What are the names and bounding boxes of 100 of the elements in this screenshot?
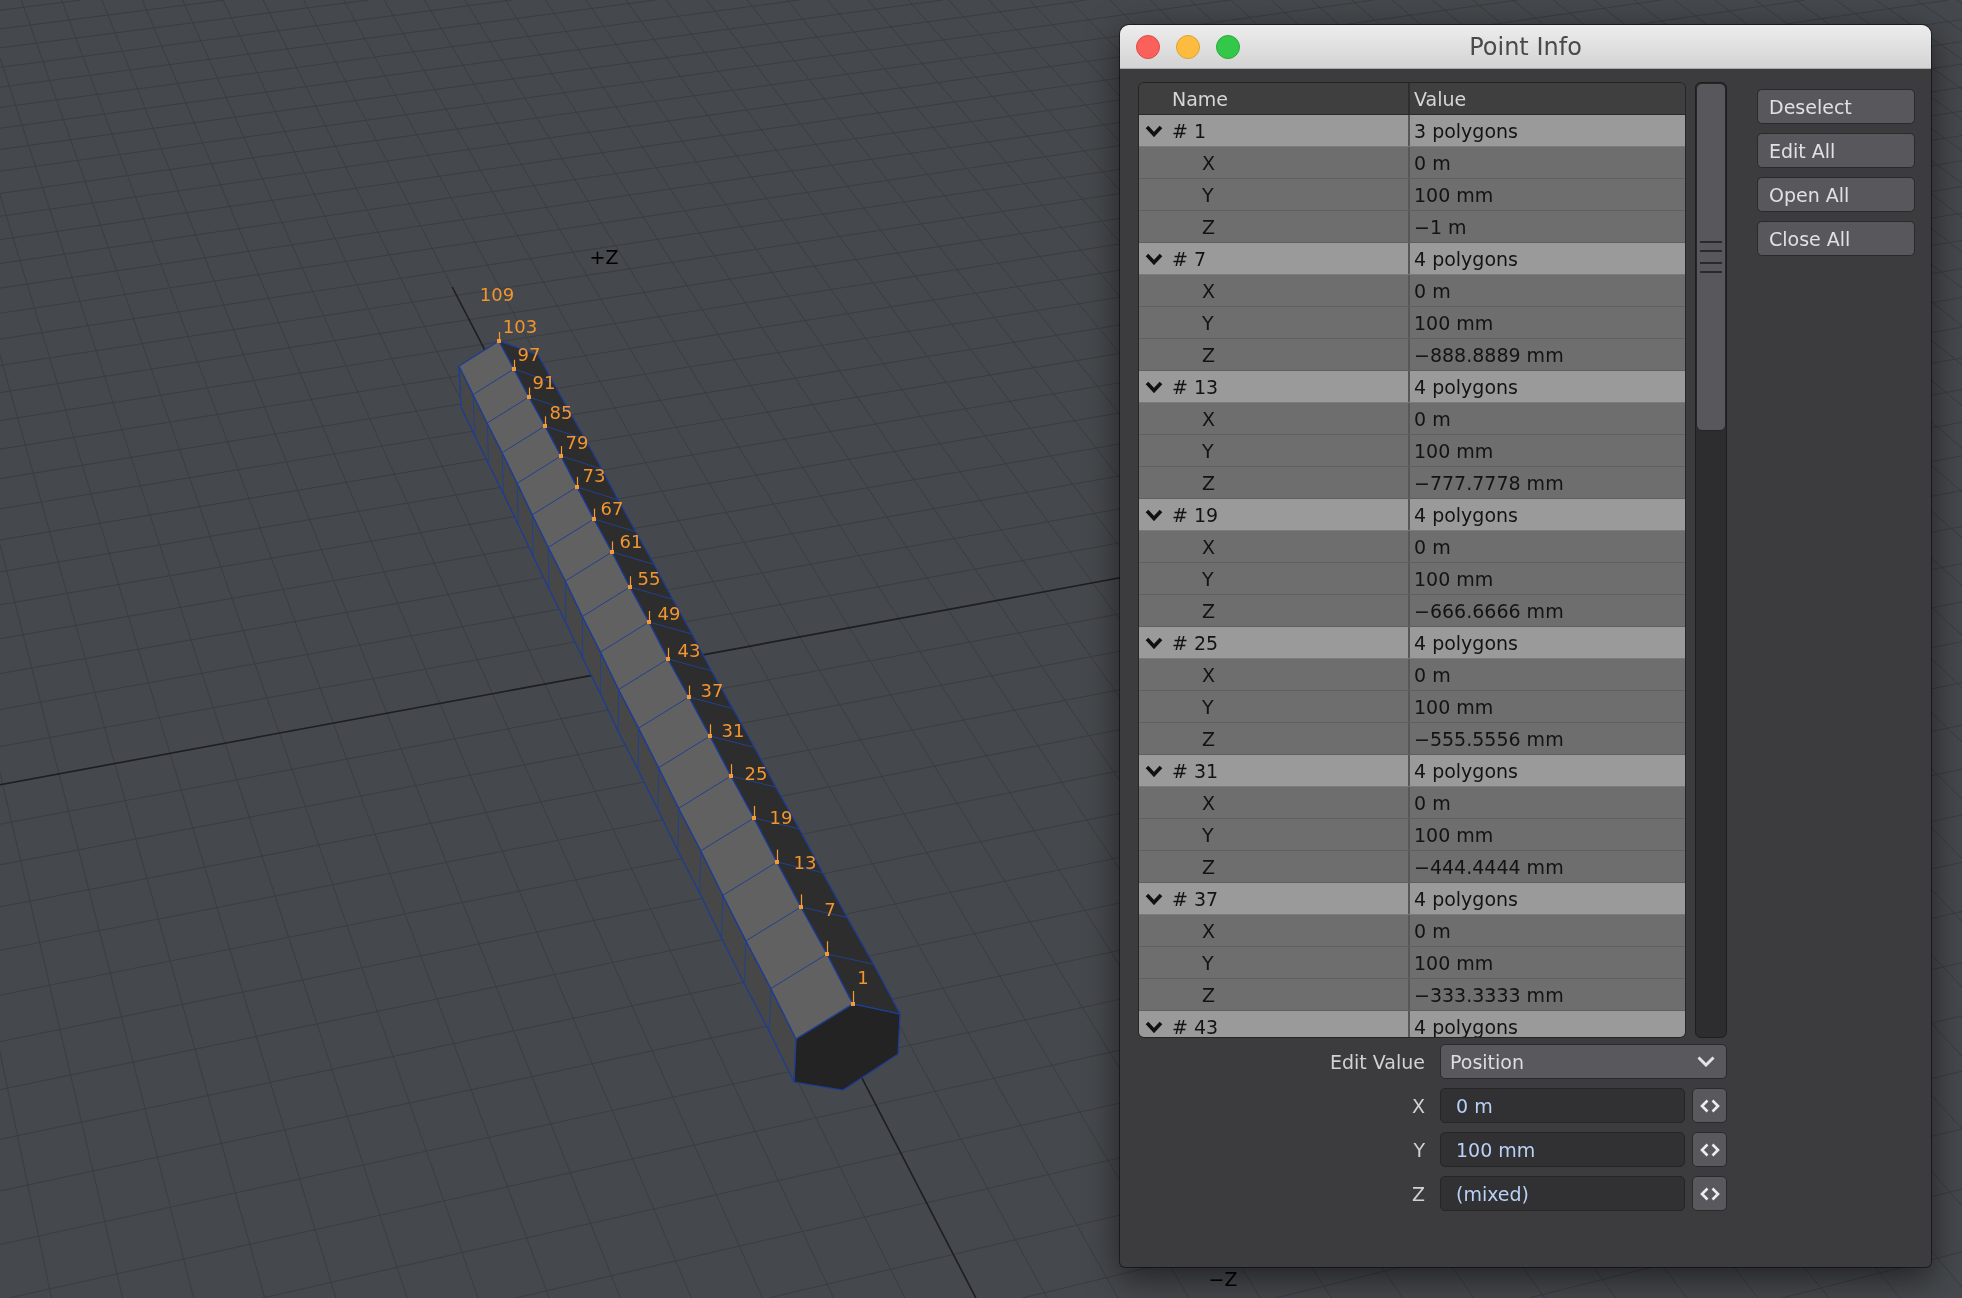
coordinate-input[interactable]: 100 mm	[1440, 1132, 1685, 1167]
window-title: Point Info	[1469, 32, 1582, 61]
step-button[interactable]	[1692, 1132, 1727, 1167]
axis-name: X	[1202, 536, 1216, 557]
coordinate-value: −777.7778 mm	[1414, 472, 1564, 493]
column-header: Name	[1172, 88, 1229, 109]
coordinate-row[interactable]: Z −333.3333 mm	[1139, 979, 1685, 1011]
coordinate-value: −444.4444 mm	[1414, 856, 1564, 877]
axis-name: Y	[1202, 696, 1214, 717]
chevron-down-icon[interactable]	[1145, 380, 1163, 393]
chevron-down-icon[interactable]	[1145, 124, 1163, 137]
axis-name: X	[1202, 664, 1216, 685]
coordinate-row[interactable]: X 0 m	[1139, 531, 1685, 563]
coordinate-row[interactable]: Y 100 mm	[1139, 435, 1685, 467]
axis-name: Z	[1202, 728, 1216, 749]
point-group-row[interactable]: # 1 3 polygons	[1139, 115, 1685, 147]
coordinate-row[interactable]: X 0 m	[1139, 403, 1685, 435]
point-number-label: 13	[793, 851, 817, 873]
panel-button[interactable]: Edit All	[1757, 133, 1915, 168]
coordinate-row[interactable]: Z −888.8889 mm	[1139, 339, 1685, 371]
axis-name: X	[1202, 280, 1216, 301]
left-right-chevrons-icon	[1699, 1098, 1720, 1113]
coordinate-row[interactable]: Y 100 mm	[1139, 307, 1685, 339]
point-number-label: 109	[479, 283, 515, 305]
panel-button[interactable]: Deselect	[1757, 89, 1915, 124]
point-number-label: 31	[721, 719, 745, 741]
coordinate-input[interactable]: 0 m	[1440, 1088, 1685, 1123]
coordinate-row[interactable]: X 0 m	[1139, 147, 1685, 179]
point-group-row[interactable]: # 37 4 polygons	[1139, 883, 1685, 915]
axis-name: Z	[1202, 984, 1216, 1005]
point-group-row[interactable]: # 19 4 polygons	[1139, 499, 1685, 531]
scrollbar-thumb[interactable]	[1696, 83, 1726, 431]
coordinate-row[interactable]: Y 100 mm	[1139, 691, 1685, 723]
coordinate-row[interactable]: Y 100 mm	[1139, 947, 1685, 979]
coordinate-row[interactable]: X 0 m	[1139, 659, 1685, 691]
step-button[interactable]	[1692, 1176, 1727, 1211]
chevron-down-icon[interactable]	[1145, 252, 1163, 265]
chevron-down-icon	[1697, 1056, 1715, 1067]
coordinate-row[interactable]: Z −666.6666 mm	[1139, 595, 1685, 627]
coordinate-value: −888.8889 mm	[1414, 344, 1564, 365]
point-group-row[interactable]: # 25 4 polygons	[1139, 627, 1685, 659]
coordinate-row[interactable]: Z −777.7778 mm	[1139, 467, 1685, 499]
coordinate-row[interactable]: Z −555.5556 mm	[1139, 723, 1685, 755]
coordinate-value: 0 m	[1414, 408, 1451, 429]
coordinate-value: 100 mm	[1414, 568, 1494, 589]
vertex-marker-icon	[775, 849, 779, 864]
close-button[interactable]	[1136, 34, 1160, 59]
point-number-label: 49	[657, 602, 681, 624]
edit-value-label: Edit Value	[1330, 1050, 1425, 1073]
vertex-marker-icon	[666, 647, 670, 661]
chevron-down-icon[interactable]	[1145, 1020, 1163, 1033]
axis-label: +Z	[589, 246, 619, 268]
vertex-marker-icon	[559, 445, 563, 458]
point-number-label: 97	[517, 343, 541, 365]
coordinate-row[interactable]: Z −444.4444 mm	[1139, 851, 1685, 883]
coordinate-value: −666.6666 mm	[1414, 600, 1564, 621]
axis-name: Y	[1202, 184, 1214, 205]
axis-name: Z	[1202, 856, 1216, 877]
point-group-row[interactable]: # 43 4 polygons	[1139, 1011, 1685, 1037]
coordinate-row[interactable]: X 0 m	[1139, 915, 1685, 947]
left-right-chevrons-icon	[1699, 1142, 1720, 1157]
point-group-row[interactable]: # 7 4 polygons	[1139, 243, 1685, 275]
vertex-marker-icon	[799, 893, 803, 909]
coordinate-value: 100 mm	[1414, 440, 1494, 461]
coordinate-value: 0 m	[1414, 536, 1451, 557]
coordinate-label: Z	[1411, 1182, 1425, 1205]
coordinate-row[interactable]: X 0 m	[1139, 275, 1685, 307]
panel-button[interactable]: Close All	[1757, 221, 1915, 256]
vertex-marker-icon	[497, 331, 501, 343]
axis-name: X	[1202, 152, 1216, 173]
coordinate-row[interactable]: Y 100 mm	[1139, 179, 1685, 211]
coordinate-row[interactable]: Y 100 mm	[1139, 563, 1685, 595]
polygon-count: 4 polygons	[1414, 248, 1518, 269]
edit-value-dropdown[interactable]: Position	[1440, 1044, 1727, 1079]
point-group-row[interactable]: # 31 4 polygons	[1139, 755, 1685, 787]
grip-lines-icon	[1700, 241, 1722, 273]
point-number-label: 73	[582, 464, 606, 486]
polygon-count: 4 polygons	[1414, 1016, 1518, 1037]
point-group-row[interactable]: # 13 4 polygons	[1139, 371, 1685, 403]
axis-name: Z	[1202, 472, 1216, 493]
coordinate-value: 100 mm	[1414, 312, 1494, 333]
chevron-down-icon[interactable]	[1145, 636, 1163, 649]
coordinate-value: −333.3333 mm	[1414, 984, 1564, 1005]
coordinate-row[interactable]: Z −1 m	[1139, 211, 1685, 243]
chevron-down-icon[interactable]	[1145, 764, 1163, 777]
polygon-count: 4 polygons	[1414, 632, 1518, 653]
point-number-label: 103	[502, 315, 538, 337]
step-button[interactable]	[1692, 1088, 1727, 1123]
point-name: # 31	[1172, 760, 1219, 781]
coordinate-row[interactable]: Y 100 mm	[1139, 819, 1685, 851]
coordinate-value: 0 m	[1414, 664, 1451, 685]
point-number-label: 19	[769, 806, 793, 828]
chevron-down-icon[interactable]	[1145, 892, 1163, 905]
vertex-marker-icon	[647, 610, 651, 624]
point-name: # 1	[1172, 120, 1207, 141]
coordinate-row[interactable]: X 0 m	[1139, 787, 1685, 819]
chevron-down-icon[interactable]	[1145, 508, 1163, 521]
coordinate-input[interactable]: (mixed)	[1440, 1176, 1685, 1211]
point-number-label: 67	[600, 497, 624, 519]
panel-button[interactable]: Open All	[1757, 177, 1915, 212]
